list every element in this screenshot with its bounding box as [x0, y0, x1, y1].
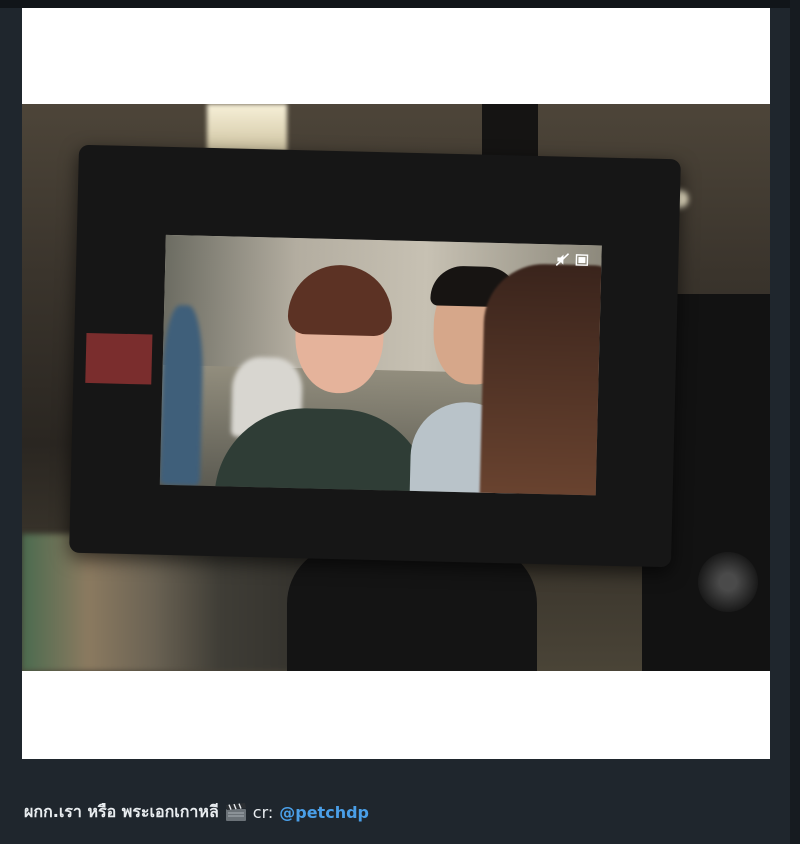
background-extra-left: [159, 304, 205, 486]
clapper-board-icon: [225, 802, 247, 822]
camera-lens: [698, 552, 758, 612]
caption-text: ผกก.เรา หรือ พระเอกเกาหลี: [24, 801, 219, 821]
monitor-status-icons: [555, 252, 589, 267]
battery-icon: [575, 254, 589, 266]
mute-icon: [555, 252, 570, 266]
top-divider: [0, 0, 800, 8]
monitor-screen: [159, 234, 602, 496]
post-photo: [22, 104, 770, 671]
post-image-frame[interactable]: [22, 8, 770, 759]
ceiling-light: [207, 104, 287, 152]
foreground-hair: [479, 262, 602, 496]
credit-label: cr:: [252, 802, 274, 822]
field-monitor: [69, 144, 681, 568]
post-card: ผกก.เรา หรือ พระเอกเกาหลี cr: @petchdp: [0, 0, 800, 844]
red-tape: [85, 332, 153, 385]
credit-mention-link[interactable]: @petchdp: [279, 803, 369, 822]
scrollbar-track[interactable]: [790, 0, 800, 844]
post-caption: ผกก.เรา หรือ พระเอกเกาหลี cr: @petchdp: [24, 798, 369, 826]
